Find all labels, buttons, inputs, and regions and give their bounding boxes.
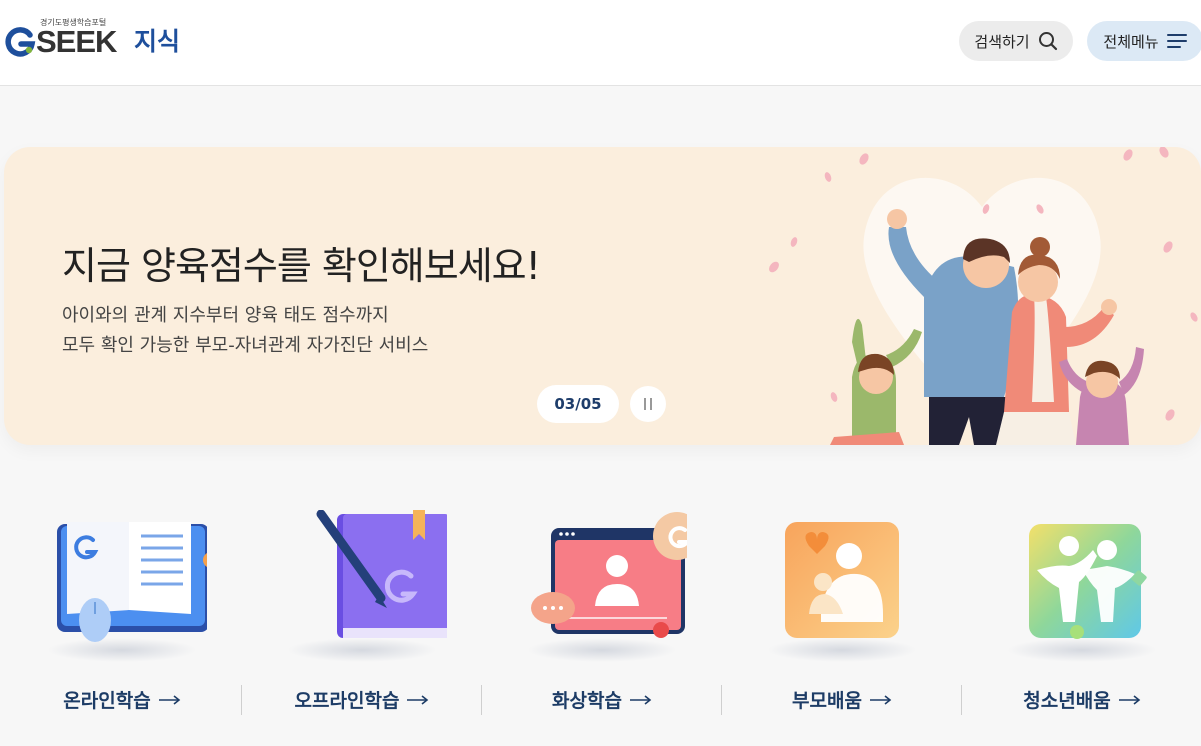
quick-item-text: 청소년배움 [1023,690,1111,712]
main-banner[interactable]: 지금 양육점수를 확인해보세요! 아이와의 관계 지수부터 양육 태도 점수까지… [4,147,1201,445]
banner-desc-line: 모두 확인 가능한 부모-자녀관계 자가진단 서비스 [62,335,429,356]
hamburger-menu-icon [1166,34,1187,48]
quick-item-text: 부모배움 [792,690,862,712]
site-header: 경기도평생학습포털 SEEK 지식 검색하기 전체메뉴 [0,0,1201,86]
quick-item-text: 화상학습 [552,690,622,712]
quick-item-label: 화상학습 [482,686,722,713]
arrow-right-icon [158,694,180,705]
banner-description: 아이와의 관계 지수부터 양육 태도 점수까지 모두 확인 가능한 부모-자녀관… [62,301,428,361]
parent-learning-icon [785,522,899,638]
quick-item-label: 부모배움 [722,686,962,713]
arrow-right-icon [1118,694,1140,705]
video-learning-icon [531,512,687,638]
all-menu-label: 전체메뉴 [1103,32,1159,51]
quick-item-offline-learning[interactable]: 오프라인학습 [242,510,482,730]
quick-item-text: 온라인학습 [63,690,151,712]
quick-item-video-learning[interactable]: 화상학습 [482,510,722,730]
quick-item-online-learning[interactable]: 온라인학습 [2,510,242,730]
search-button[interactable]: 검색하기 [959,21,1073,61]
search-button-label: 검색하기 [974,32,1030,51]
arrow-right-icon [407,694,429,705]
logo-brand: SEEK [36,24,117,59]
logo-name: 지식 [134,27,181,56]
arrow-right-icon [629,694,652,705]
search-icon [1038,32,1057,51]
g-logo-icon [5,27,36,57]
quick-item-label: 청소년배움 [962,686,1201,713]
quick-item-label: 온라인학습 [2,686,242,713]
banner-pager: 03/05 [537,385,619,423]
banner-desc-line: 아이와의 관계 지수부터 양육 태도 점수까지 [62,305,389,326]
gseek-logo[interactable]: 경기도평생학습포털 SEEK 지식 [4,16,204,60]
quick-item-youth-learning[interactable]: 청소년배움 [962,510,1201,730]
youth-learning-icon [1029,524,1147,639]
quick-item-parent-learning[interactable]: 부모배움 [722,510,962,730]
quick-item-label: 오프라인학습 [242,686,482,713]
quick-item-text: 오프라인학습 [294,690,400,712]
arrow-right-icon [869,694,892,705]
quick-menu: 온라인학습 오프라인학습 화상학습 부모배움 청소년배움 [0,510,1201,746]
all-menu-button[interactable]: 전체메뉴 [1087,21,1201,61]
family-illustration [769,147,1198,445]
banner-title: 지금 양육점수를 확인해보세요! [62,244,541,288]
banner-pause-button[interactable] [630,386,666,422]
online-learning-icon [57,522,207,642]
offline-learning-icon [316,510,447,638]
pause-icon [644,398,652,410]
